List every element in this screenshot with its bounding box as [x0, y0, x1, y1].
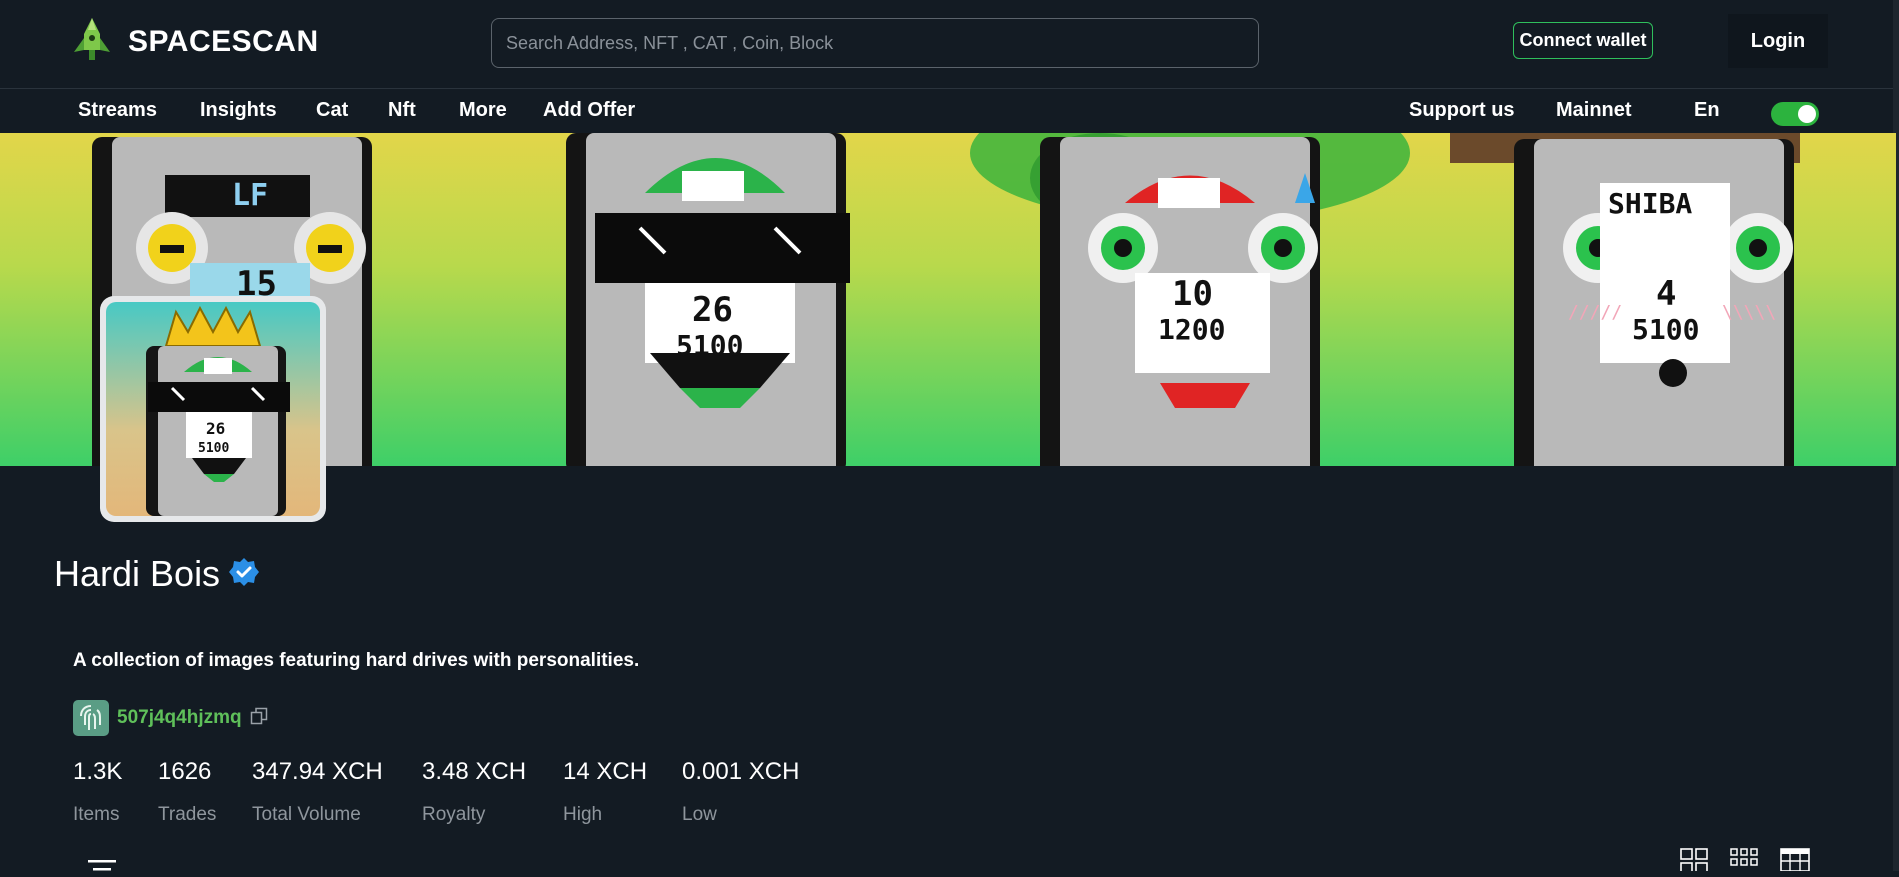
login-button[interactable]: Login	[1728, 14, 1828, 68]
banner-label-1-top: LF	[232, 178, 268, 213]
search-bar[interactable]	[491, 18, 1259, 68]
filter-icon[interactable]	[88, 858, 118, 877]
toggle-knob	[1798, 105, 1816, 123]
nav-add-offer[interactable]: Add Offer	[543, 99, 635, 122]
stat-total-volume: 347.94 XCH Total Volume	[252, 758, 383, 826]
stat-label: Low	[682, 804, 717, 825]
stat-value: 1626	[158, 758, 212, 785]
banner-label-2-top: 26	[692, 290, 733, 330]
owner-address-link[interactable]: 507j4q4hjzmq	[117, 707, 242, 729]
copy-icon[interactable]	[250, 707, 268, 730]
main-nav: Streams Insights Cat Nft More Add Offer …	[0, 89, 1899, 133]
table-view-icon[interactable]	[1780, 848, 1810, 876]
svg-text://///: /////	[1568, 302, 1622, 323]
banner-label-3-bottom: 1200	[1158, 313, 1225, 346]
stat-high: 14 XCH High	[563, 758, 647, 826]
banner-label-3-top: 10	[1172, 274, 1213, 314]
collection-avatar: 26 5100	[100, 296, 326, 522]
stat-label: High	[563, 804, 603, 825]
nav-support-us[interactable]: Support us	[1409, 99, 1515, 122]
stat-label: Royalty	[422, 804, 486, 825]
banner-label-4-bottom: 4	[1656, 274, 1676, 314]
stat-label: Total Volume	[252, 804, 361, 825]
banner-label-2-bottom: 5100	[676, 329, 743, 362]
brand-name: SPACESCAN	[128, 24, 319, 58]
nav-cat[interactable]: Cat	[316, 99, 348, 122]
nav-more[interactable]: More	[459, 99, 507, 122]
owner-row: 507j4q4hjzmq	[73, 700, 268, 736]
nav-nft[interactable]: Nft	[388, 99, 416, 122]
network-selector[interactable]: Mainnet	[1556, 99, 1632, 122]
stat-value: 1.3K	[73, 758, 123, 785]
banner-label-4-top: SHIBA	[1608, 187, 1692, 220]
grid-small-icon[interactable]	[1730, 848, 1758, 876]
language-selector[interactable]: En	[1694, 99, 1720, 122]
stat-value: 347.94 XCH	[252, 758, 383, 785]
grid-large-icon[interactable]	[1680, 848, 1708, 876]
nav-streams[interactable]: Streams	[78, 99, 157, 122]
stat-value: 3.48 XCH	[422, 758, 527, 785]
collection-name: Hardi Bois	[54, 553, 221, 594]
stat-low: 0.001 XCH Low	[682, 758, 799, 826]
theme-toggle[interactable]	[1771, 102, 1819, 126]
nav-insights[interactable]: Insights	[200, 99, 277, 122]
collection-avatar-image: 26 5100	[106, 302, 320, 516]
top-bar: SPACESCAN Connect wallet Login	[0, 0, 1899, 89]
rocket-logo-icon	[70, 16, 114, 67]
avatar-label-top: 26	[206, 419, 225, 438]
collection-title: Hardi Bois	[54, 553, 260, 595]
brand-logo[interactable]: SPACESCAN	[70, 16, 319, 67]
collection-description: A collection of images featuring hard dr…	[73, 650, 640, 671]
stat-label: Items	[73, 804, 120, 825]
banner-label-5-bottom: 5100	[1632, 313, 1699, 346]
search-input[interactable]	[504, 31, 1258, 55]
stat-label: Trades	[158, 804, 217, 825]
avatar-label-bottom: 5100	[198, 441, 229, 456]
stat-items: 1.3K Items	[73, 758, 122, 826]
svg-text:\\\\\: \\\\\	[1722, 302, 1776, 323]
stat-value: 14 XCH	[563, 758, 648, 785]
connect-wallet-button[interactable]: Connect wallet	[1513, 22, 1653, 59]
verified-badge-icon	[228, 556, 260, 593]
stat-value: 0.001 XCH	[682, 758, 800, 785]
stat-trades: 1626 Trades	[158, 758, 216, 826]
stat-royalty: 3.48 XCH Royalty	[422, 758, 526, 826]
fingerprint-icon	[73, 700, 109, 736]
